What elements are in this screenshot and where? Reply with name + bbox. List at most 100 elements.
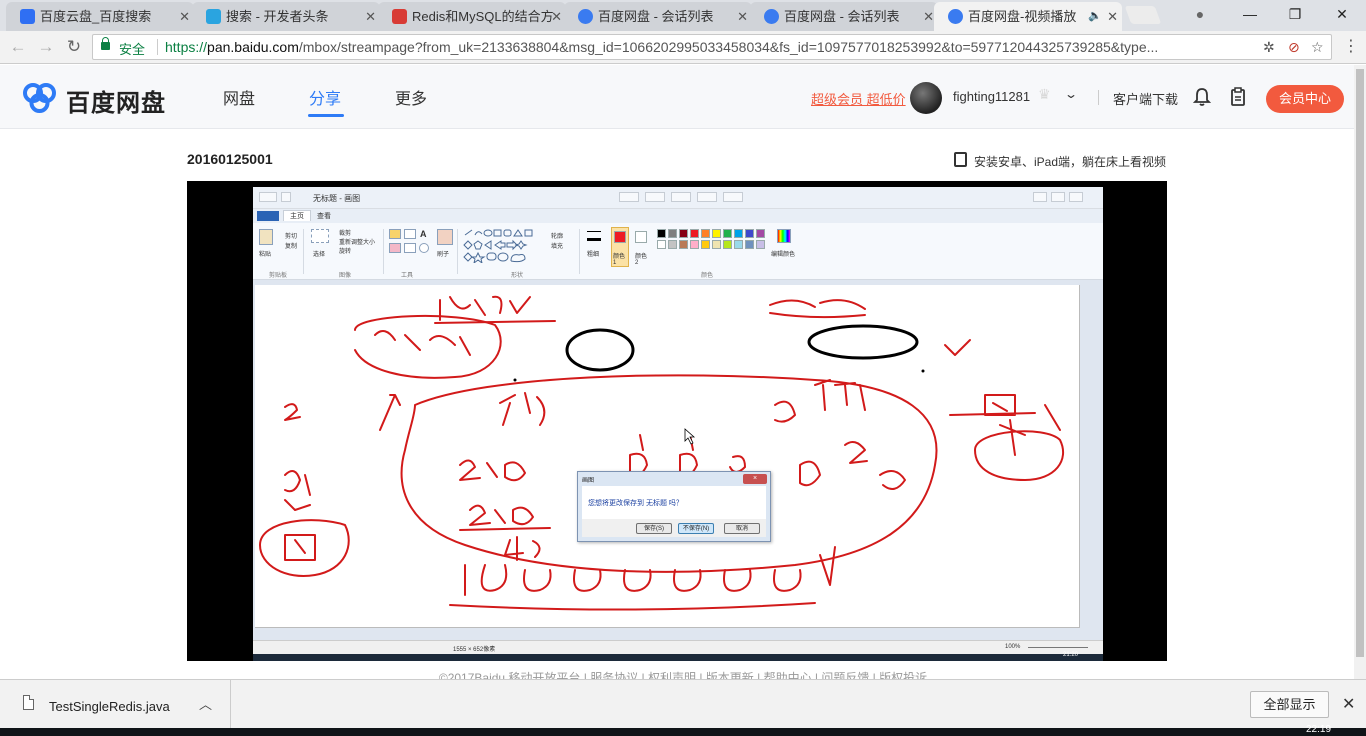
browser-window: 百度云盘_百度搜索 ✕ 搜索 - 开发者头条 ✕ Redis和MySQL的结合方… (0, 0, 1366, 736)
palette-swatch (723, 240, 732, 249)
palette-swatch (690, 240, 699, 249)
profile-icon[interactable]: ● (1178, 0, 1222, 28)
avatar[interactable] (910, 82, 942, 114)
group-clipboard: 剪贴板 (269, 273, 288, 279)
back-button[interactable]: ← (6, 36, 30, 58)
edit-colors-label: 编辑颜色 (771, 252, 796, 258)
close-icon[interactable]: ✕ (1107, 2, 1118, 31)
divider (383, 229, 384, 274)
minimize-button[interactable]: — (1228, 0, 1272, 28)
color1-swatch (614, 231, 626, 243)
group-colors: 颜色 (701, 273, 714, 279)
video-title: 20160125001 (187, 151, 273, 167)
palette-swatch (734, 240, 743, 249)
url-path: /mbox/streampage?from_uk=2133638804&msg_… (298, 39, 1159, 55)
member-center-button[interactable]: 会员中心 (1266, 85, 1344, 113)
palette-swatch (745, 240, 754, 249)
tab-baidu-search[interactable]: 百度云盘_百度搜索 ✕ (0, 2, 200, 31)
mobile-app-promo-link[interactable]: 安装安卓、iPad端，躺在床上看视频 (974, 153, 1166, 170)
site-header: 百度网盘 网盘 分享 更多 超级会员 超低价 fighting11281 ♛ ⌄… (0, 65, 1366, 129)
tab-title: 搜索 - 开发者头条 (226, 9, 329, 24)
chevron-up-icon[interactable]: ︿ (199, 694, 212, 713)
copy-label: 复制 (285, 244, 298, 250)
divider (579, 229, 580, 274)
tab-baidupan-sessions-2[interactable]: 百度网盘 - 会话列表 ✕ (744, 2, 944, 31)
vip-promo-link[interactable]: 超级会员 超低价 (811, 89, 906, 108)
baidu-paw-icon (20, 9, 35, 24)
toolbar-icon (619, 192, 639, 202)
nav-share[interactable]: 分享 (309, 85, 341, 109)
tab-baidupan-video[interactable]: 百度网盘-视频播放 🔈 ✕ (928, 2, 1128, 31)
palette-swatch (756, 229, 765, 238)
extension-icon[interactable]: ✲ (1263, 39, 1275, 56)
paint-window-title: 无标题 - 画图 (313, 194, 361, 203)
outline-label: 轮廓 (551, 234, 564, 240)
tab-baidupan-sessions-1[interactable]: 百度网盘 - 会话列表 ✕ (558, 2, 758, 31)
size-icon (587, 231, 601, 241)
username[interactable]: fighting11281 (953, 89, 1030, 104)
close-icon[interactable]: ✕ (1342, 694, 1355, 714)
nav-netdisk[interactable]: 网盘 (223, 85, 255, 109)
reload-button[interactable]: ↻ (62, 36, 86, 58)
paint-status-bar: 1555 × 652像素 100% (253, 640, 1103, 654)
address-bar[interactable]: 安全 https://pan.baidu.com/mbox/streampage… (92, 34, 1332, 60)
tab-redis-mysql[interactable]: Redis和MySQL的结合方 ✕ (372, 2, 572, 31)
color2-label: 颜色 2 (635, 254, 648, 266)
video-player[interactable]: 无标题 - 画图 主页 查看 粘贴 剪切 复制 剪贴板 选择 裁剪 重新调整大小… (187, 181, 1167, 661)
chevron-down-icon[interactable]: ⌄ (1064, 87, 1078, 101)
dont-save-button: 不保存(N) (678, 523, 714, 534)
group-shapes: 形状 (511, 273, 524, 279)
group-tools: 工具 (401, 273, 414, 279)
show-all-button[interactable]: 全部显示 (1250, 691, 1329, 718)
scrollbar[interactable] (1354, 65, 1366, 687)
maximize-icon (1051, 192, 1065, 202)
client-download-link[interactable]: 客户端下载 (1113, 89, 1178, 108)
lock-icon (101, 37, 110, 50)
cut-label: 剪切 (285, 234, 298, 240)
palette-swatch (701, 229, 710, 238)
edit-colors-icon (777, 229, 791, 243)
palette-swatch (712, 229, 721, 238)
paint-canvas-area: 画图 × 您想将更改保存到 无标题 吗？ 保存(S) 不保存(N) 取消 (253, 280, 1103, 640)
bell-icon[interactable] (1193, 87, 1211, 107)
color1-label: 颜色 1 (613, 254, 626, 266)
scrollbar-thumb[interactable] (1356, 69, 1364, 657)
crop-label: 裁剪 (339, 231, 352, 237)
window-close-button[interactable]: ✕ (1320, 0, 1364, 28)
browser-menu-icon[interactable]: ⋮ (1343, 37, 1359, 57)
maximize-button[interactable]: ❐ (1273, 0, 1317, 28)
quick-access-icon (281, 192, 291, 202)
paint-canvas: 画图 × 您想将更改保存到 无标题 吗？ 保存(S) 不保存(N) 取消 (255, 285, 1080, 628)
url-text[interactable]: https://pan.baidu.com/mbox/streampage?fr… (165, 39, 1253, 55)
eraser-tool-icon (389, 243, 401, 253)
speaker-icon[interactable]: 🔈 (1088, 2, 1102, 31)
dialog-footer: 保存(S) 不保存(N) 取消 (582, 519, 766, 537)
paint-file-menu (257, 211, 279, 221)
taskbar-clock: 21:20 (1063, 652, 1079, 658)
phone-icon (954, 152, 967, 167)
status-size: 1555 × 652像素 (453, 647, 496, 653)
tab-toutiao-search[interactable]: 搜索 - 开发者头条 ✕ (186, 2, 386, 31)
select-label: 选择 (313, 252, 326, 258)
forward-button[interactable]: → (34, 36, 58, 58)
active-nav-indicator (308, 114, 344, 117)
os-clock: 22:19 (1306, 724, 1332, 735)
close-icon: × (743, 474, 767, 484)
tab-title: Redis和MySQL的结合方 (412, 9, 554, 24)
video-frame: 无标题 - 画图 主页 查看 粘贴 剪切 复制 剪贴板 选择 裁剪 重新调整大小… (253, 187, 1103, 661)
baidupan-logo-icon (23, 83, 56, 113)
divider (157, 39, 158, 55)
palette-swatch (668, 240, 677, 249)
clipboard-icon[interactable] (1229, 87, 1247, 107)
palette-swatch (734, 229, 743, 238)
blocked-icon[interactable]: ⊘ (1288, 39, 1300, 56)
divider (303, 229, 304, 274)
nav-more[interactable]: 更多 (395, 85, 427, 109)
bookmark-star-icon[interactable]: ☆ (1311, 39, 1324, 56)
new-tab-button[interactable] (1124, 6, 1162, 24)
paint-ribbon-tabs: 主页 查看 (253, 209, 1103, 223)
crown-icon: ♛ (1038, 86, 1051, 102)
download-file-name[interactable]: TestSingleRedis.java (49, 699, 170, 714)
paint-title-bar: 无标题 - 画图 (253, 187, 1103, 209)
paint-ribbon: 粘贴 剪切 复制 剪贴板 选择 裁剪 重新调整大小 旋转 图像 A 工具 刷子 … (253, 223, 1103, 280)
